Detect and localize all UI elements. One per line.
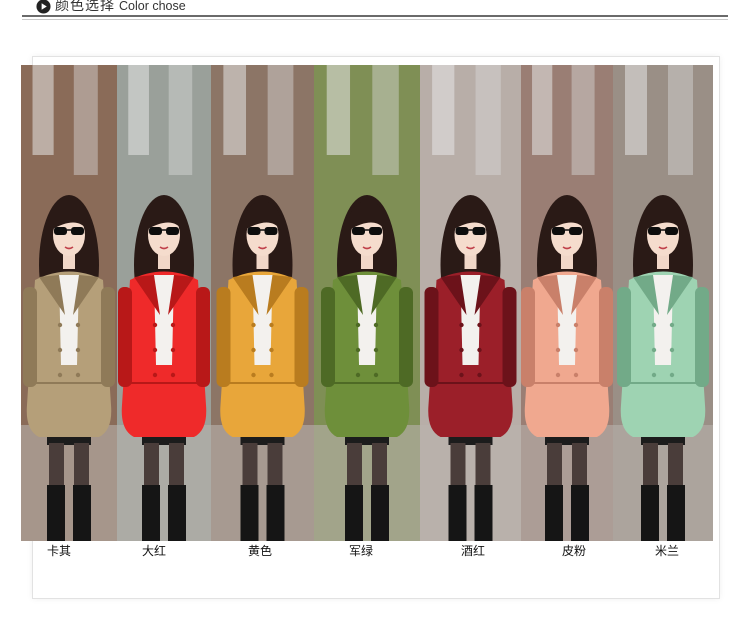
color-selection-page: 颜色选择 Color chose 卡其 大红 黄色 军绿 酒红 皮粉 米兰 xyxy=(0,0,750,639)
play-circle-icon xyxy=(36,0,51,14)
section-title-en: Color chose xyxy=(119,0,186,13)
model-photo-4 xyxy=(314,65,420,541)
section-title: 颜色选择 Color chose xyxy=(55,0,186,15)
color-label-7: 米兰 xyxy=(654,544,680,558)
model-photo-6 xyxy=(521,65,613,541)
model-photo-7 xyxy=(613,65,713,541)
color-label-5: 酒红 xyxy=(460,544,486,558)
header-divider-light xyxy=(22,19,728,20)
product-color-photo-strip xyxy=(21,65,713,541)
section-title-cn: 颜色选择 xyxy=(55,0,115,14)
color-label-4: 军绿 xyxy=(348,544,374,558)
model-photo-5 xyxy=(420,65,521,541)
model-photo-1 xyxy=(21,65,117,541)
model-photo-2 xyxy=(117,65,211,541)
model-photo-3 xyxy=(211,65,314,541)
header-divider xyxy=(22,15,728,17)
color-label-1: 卡其 xyxy=(46,544,72,558)
color-label-2: 大红 xyxy=(141,544,167,558)
color-label-6: 皮粉 xyxy=(561,544,587,558)
color-label-3: 黄色 xyxy=(247,544,273,558)
